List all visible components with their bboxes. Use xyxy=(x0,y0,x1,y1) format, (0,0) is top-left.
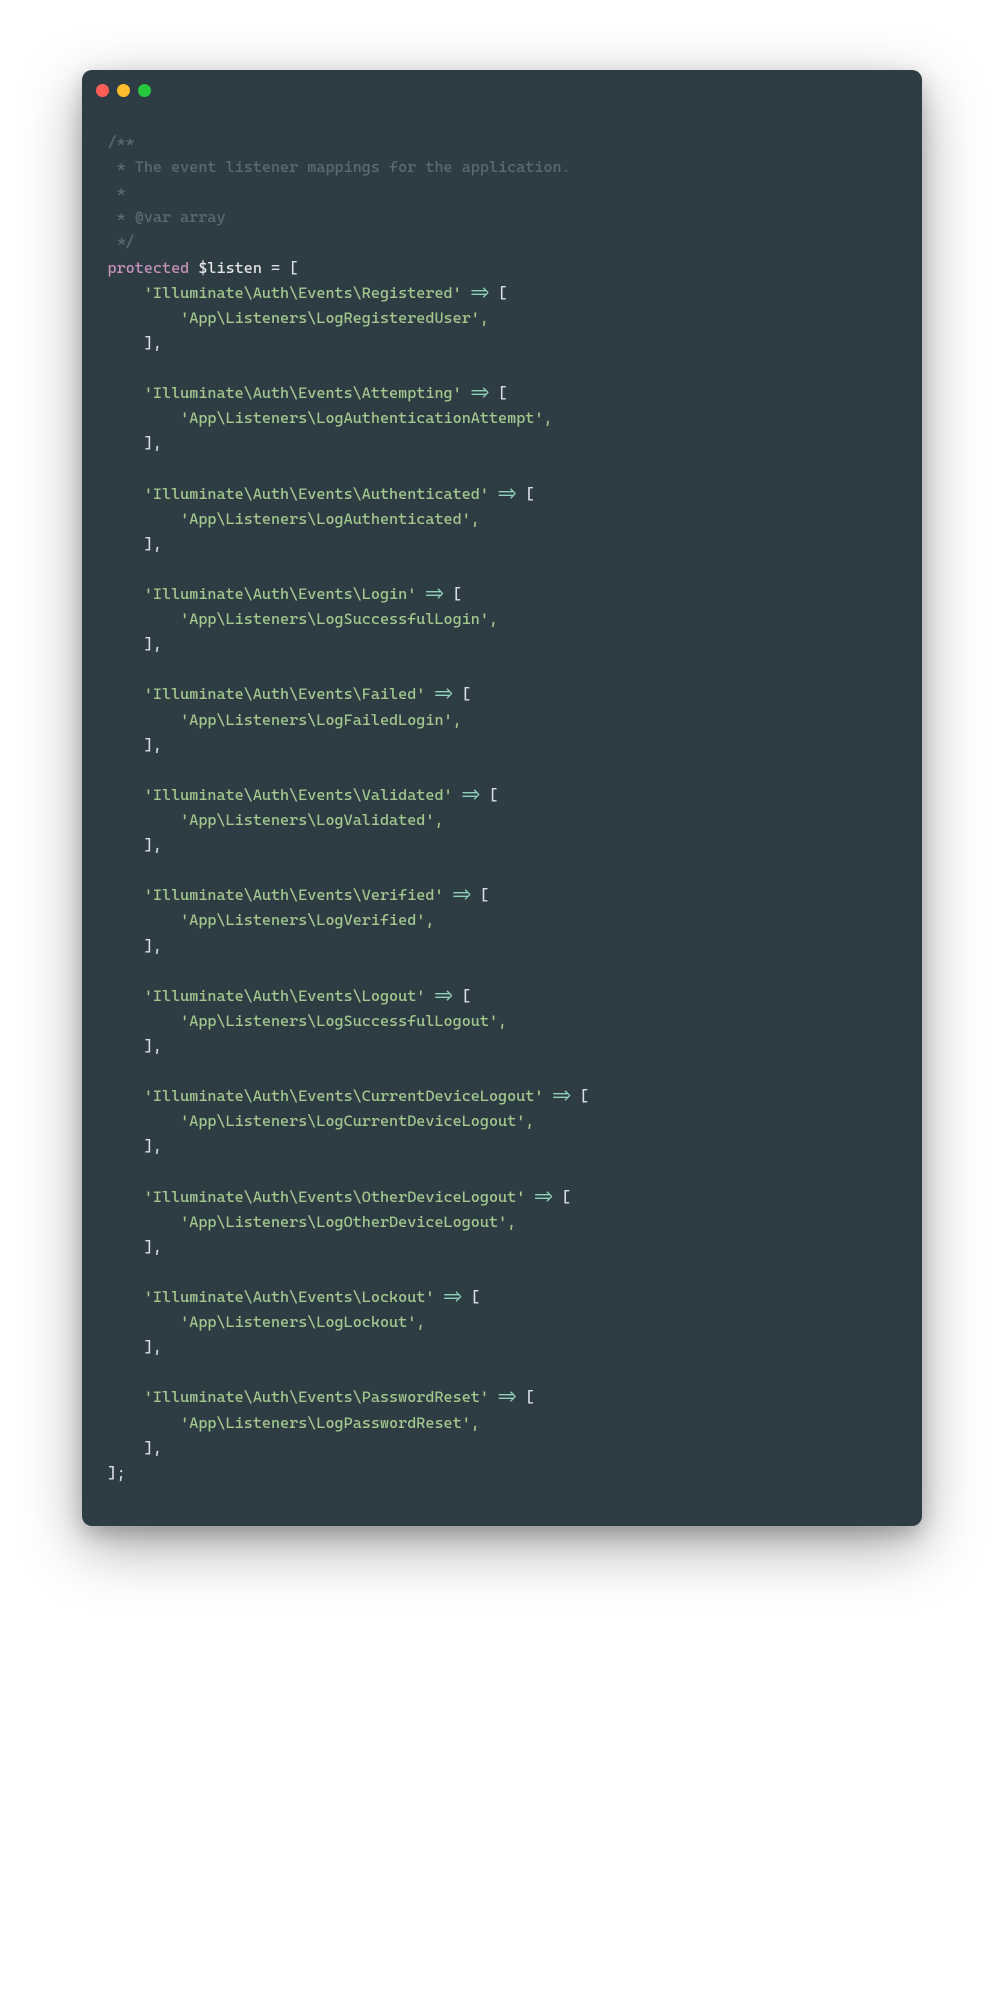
comment-line: */ xyxy=(108,233,135,251)
arrow: => xyxy=(462,786,480,804)
window-minimize-icon[interactable] xyxy=(117,84,130,97)
event-class: 'Illuminate\Auth\Events\Login' xyxy=(144,585,416,603)
arrow: => xyxy=(425,585,443,603)
punct: [ xyxy=(525,485,534,503)
event-class: 'Illuminate\Auth\Events\Attempting' xyxy=(144,384,462,402)
event-class: 'Illuminate\Auth\Events\Verified' xyxy=(144,886,444,904)
punct: [ xyxy=(525,1388,534,1406)
punct: ], xyxy=(144,736,162,754)
event-class: 'Illuminate\Auth\Events\Failed' xyxy=(144,685,426,703)
arrow: => xyxy=(471,384,489,402)
event-class: 'Illuminate\Auth\Events\Validated' xyxy=(144,786,453,804)
arrow: => xyxy=(498,485,516,503)
punct: [ xyxy=(580,1087,589,1105)
punct: ], xyxy=(144,836,162,854)
listener-class: 'App\Listeners\LogVerified', xyxy=(180,911,434,929)
event-class: 'Illuminate\Auth\Events\PasswordReset' xyxy=(144,1388,489,1406)
punct: [ xyxy=(498,284,507,302)
event-class: 'Illuminate\Auth\Events\Authenticated' xyxy=(144,485,489,503)
keyword-protected: protected xyxy=(108,259,190,277)
listener-class: 'App\Listeners\LogSuccessfulLogout', xyxy=(180,1012,507,1030)
window-close-icon[interactable] xyxy=(96,84,109,97)
punct: ], xyxy=(144,334,162,352)
punct: ]; xyxy=(108,1464,126,1482)
punct: [ xyxy=(498,384,507,402)
code-window: /** * The event listener mappings for th… xyxy=(82,70,922,1526)
arrow: => xyxy=(498,1388,516,1406)
punct: ], xyxy=(144,1037,162,1055)
punct: ], xyxy=(144,535,162,553)
comment-line: * xyxy=(108,183,126,201)
variable-listen: $listen xyxy=(198,259,262,277)
comment-line: /** xyxy=(108,133,135,151)
comment-line: * @var array xyxy=(108,208,226,226)
arrow: => xyxy=(453,886,471,904)
listener-class: 'App\Listeners\LogSuccessfulLogin', xyxy=(180,610,498,628)
punct: [ xyxy=(462,987,471,1005)
listener-class: 'App\Listeners\LogAuthenticated', xyxy=(180,510,480,528)
comment-line: * The event listener mappings for the ap… xyxy=(108,158,571,176)
arrow: => xyxy=(434,685,452,703)
listener-class: 'App\Listeners\LogValidated', xyxy=(180,811,443,829)
code-block: /** * The event listener mappings for th… xyxy=(82,110,922,1526)
listener-class: 'App\Listeners\LogFailedLogin', xyxy=(180,711,462,729)
event-class: 'Illuminate\Auth\Events\OtherDeviceLogou… xyxy=(144,1188,525,1206)
event-class: 'Illuminate\Auth\Events\Registered' xyxy=(144,284,462,302)
arrow: => xyxy=(434,987,452,1005)
punct: [ xyxy=(480,886,489,904)
punct: [ xyxy=(462,685,471,703)
punct: = [ xyxy=(262,259,298,277)
punct: ], xyxy=(144,937,162,955)
punct: ], xyxy=(144,1137,162,1155)
listener-class: 'App\Listeners\LogCurrentDeviceLogout', xyxy=(180,1112,534,1130)
window-titlebar xyxy=(82,70,922,110)
listener-class: 'App\Listeners\LogPasswordReset', xyxy=(180,1414,480,1432)
event-class: 'Illuminate\Auth\Events\Logout' xyxy=(144,987,426,1005)
listener-class: 'App\Listeners\LogAuthenticationAttempt'… xyxy=(180,409,552,427)
punct: [ xyxy=(489,786,498,804)
punct: ], xyxy=(144,434,162,452)
arrow: => xyxy=(553,1087,571,1105)
punct: [ xyxy=(471,1288,480,1306)
listener-class: 'App\Listeners\LogRegisteredUser', xyxy=(180,309,489,327)
event-class: 'Illuminate\Auth\Events\CurrentDeviceLog… xyxy=(144,1087,544,1105)
punct: [ xyxy=(562,1188,571,1206)
punct: ], xyxy=(144,1439,162,1457)
listener-class: 'App\Listeners\LogOtherDeviceLogout', xyxy=(180,1213,516,1231)
event-class: 'Illuminate\Auth\Events\Lockout' xyxy=(144,1288,435,1306)
punct: ], xyxy=(144,1238,162,1256)
punct: ], xyxy=(144,1338,162,1356)
window-zoom-icon[interactable] xyxy=(138,84,151,97)
arrow: => xyxy=(444,1288,462,1306)
punct: [ xyxy=(453,585,462,603)
arrow: => xyxy=(534,1188,552,1206)
punct: ], xyxy=(144,635,162,653)
listener-class: 'App\Listeners\LogLockout', xyxy=(180,1313,425,1331)
arrow: => xyxy=(471,284,489,302)
